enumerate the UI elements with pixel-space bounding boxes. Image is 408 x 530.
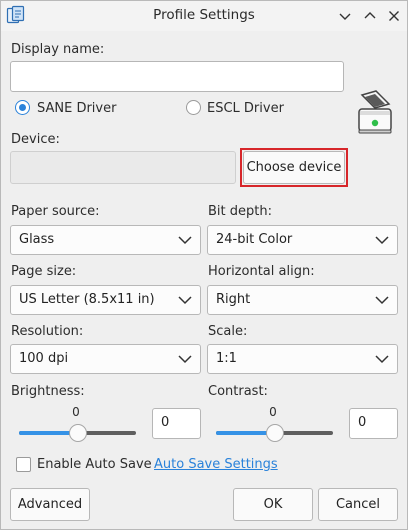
contrast-spinbox[interactable]: 0 <box>349 408 398 439</box>
display-name-label: Display name: <box>11 42 105 57</box>
contrast-label: Contrast: <box>208 384 268 399</box>
brightness-slider-value: 0 <box>72 405 80 419</box>
paper-source-label: Paper source: <box>11 204 100 219</box>
escl-driver-radio[interactable] <box>186 100 201 115</box>
profile-settings-window: Profile Settings Display name: SANE Driv… <box>0 0 408 530</box>
chevron-down-icon <box>375 296 389 305</box>
bit-depth-value: 24-bit Color <box>216 232 293 247</box>
enable-auto-save-checkbox[interactable] <box>16 457 31 472</box>
chevron-up-icon[interactable] <box>360 6 380 26</box>
advanced-button-label: Advanced <box>17 497 83 512</box>
resolution-value: 100 dpi <box>19 351 69 366</box>
brightness-slider-handle[interactable] <box>69 424 87 442</box>
chevron-down-icon <box>178 296 192 305</box>
brightness-spin-value: 0 <box>161 415 170 430</box>
page-size-value: US Letter (8.5x11 in) <box>19 292 155 307</box>
chevron-down-icon <box>178 355 192 364</box>
escl-driver-label[interactable]: ESCL Driver <box>207 101 284 116</box>
device-field <box>10 151 236 184</box>
ok-button-label: OK <box>263 497 283 512</box>
chevron-down-icon <box>375 355 389 364</box>
scale-value: 1:1 <box>216 351 237 366</box>
choose-device-button[interactable]: Choose device <box>243 151 345 184</box>
ok-button[interactable]: OK <box>233 488 313 521</box>
paper-source-value: Glass <box>19 232 55 247</box>
display-name-input[interactable] <box>10 61 344 92</box>
chevron-down-icon <box>375 236 389 245</box>
contrast-spin-value: 0 <box>358 415 367 430</box>
scale-select[interactable]: 1:1 <box>207 344 398 374</box>
chevron-down-icon <box>178 236 192 245</box>
scale-label: Scale: <box>208 324 248 339</box>
bit-depth-label: Bit depth: <box>208 204 272 219</box>
contrast-slider-handle[interactable] <box>266 424 284 442</box>
title-bar[interactable]: Profile Settings <box>1 1 407 31</box>
chevron-down-icon[interactable] <box>335 6 355 26</box>
page-size-select[interactable]: US Letter (8.5x11 in) <box>10 285 201 315</box>
brightness-spinbox[interactable]: 0 <box>152 408 201 439</box>
cancel-button-label: Cancel <box>335 497 381 512</box>
enable-auto-save-label[interactable]: Enable Auto Save <box>37 457 152 472</box>
brightness-label: Brightness: <box>11 384 85 399</box>
sane-driver-radio[interactable] <box>15 100 30 115</box>
resolution-select[interactable]: 100 dpi <box>10 344 201 374</box>
device-label: Device: <box>11 132 60 147</box>
resolution-label: Resolution: <box>11 324 84 339</box>
bit-depth-select[interactable]: 24-bit Color <box>207 225 398 255</box>
page-size-label: Page size: <box>11 264 77 279</box>
close-icon[interactable] <box>384 6 404 26</box>
choose-device-label: Choose device <box>246 160 342 175</box>
horizontal-align-value: Right <box>216 292 251 307</box>
paper-source-select[interactable]: Glass <box>10 225 201 255</box>
advanced-button[interactable]: Advanced <box>10 488 90 521</box>
horizontal-align-select[interactable]: Right <box>207 285 398 315</box>
cancel-button[interactable]: Cancel <box>318 488 398 521</box>
horizontal-align-label: Horizontal align: <box>208 264 315 279</box>
auto-save-settings-link[interactable]: Auto Save Settings <box>154 457 278 472</box>
contrast-slider-value: 0 <box>269 405 277 419</box>
sane-driver-label[interactable]: SANE Driver <box>37 101 116 116</box>
scanner-icon <box>355 89 395 137</box>
